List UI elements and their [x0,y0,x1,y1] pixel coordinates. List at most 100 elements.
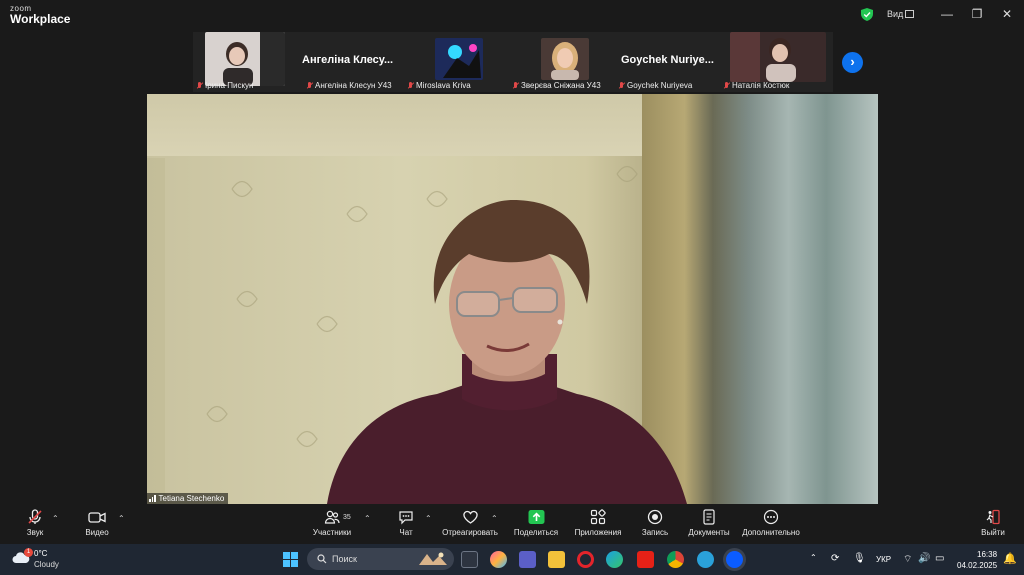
participant-name: Зверєва Сніжана У43 [521,81,601,90]
participant-strip: Ірина Пискун Ангеліна Клесу... Ангеліна … [193,32,833,92]
copilot-icon[interactable] [490,551,507,568]
logo-brand-bottom: Workplace [10,12,71,26]
task-view-icon[interactable] [461,551,478,568]
more-label: Дополнительно [742,528,800,537]
leave-button[interactable]: Выйти [980,509,1006,537]
mic-muted-icon [723,81,730,90]
tray-overflow-chevron[interactable]: ⌃ [810,553,817,562]
speaker-name-tag: Tetiana Stechenko [147,493,229,504]
participant-tile[interactable]: Miroslava Kriva [404,32,508,92]
connection-signal-icon [149,495,156,502]
battery-icon[interactable]: ▭ [935,553,944,564]
wifi-icon[interactable]: ⌔ [903,553,912,566]
microphone-icon[interactable]: 🎙 [853,553,866,564]
close-icon[interactable]: ✕ [999,6,1015,22]
windows-taskbar: 1 0°C Cloudy Поиск ⌃ ⟳ 🎙 УКР ⌔ 🔊 ▭ 16:38… [0,544,1024,575]
search-icon [317,554,327,564]
chat-options-caret[interactable]: ⌃ [425,514,432,523]
minimize-icon[interactable]: — [939,6,955,22]
view-menu-label[interactable]: Вид [887,9,903,19]
participants-count: 35 [343,514,351,521]
telegram-icon[interactable] [697,551,714,568]
video-button[interactable]: Видео [84,509,110,537]
mic-muted-icon [196,81,203,90]
tray-app-icon[interactable]: ⟳ [831,553,839,564]
participant-name: Наталія Костюк [732,81,790,90]
taskbar-search-box[interactable]: Поиск [307,548,454,570]
chat-button[interactable]: Чат [395,509,417,537]
weather-badge: 1 [24,548,33,557]
audio-options-caret[interactable]: ⌃ [52,514,59,523]
title-bar: zoom Workplace Вид — ❐ ✕ [0,0,1024,30]
participant-name: Ангеліна Клесун У43 [315,81,392,90]
more-icon [763,509,779,525]
leave-label: Выйти [981,528,1005,537]
video-options-caret[interactable]: ⌃ [118,514,125,523]
participant-video-thumbnail [541,38,589,80]
participant-video-thumbnail [435,38,483,80]
zoom-taskbar-icon[interactable] [726,551,743,568]
opera-icon[interactable] [577,551,594,568]
search-placeholder: Поиск [332,554,357,564]
volume-icon[interactable]: 🔊 [918,553,930,564]
chrome-icon[interactable] [667,551,684,568]
share-label: Поделиться [513,528,559,537]
weather-temperature[interactable]: 0°C [34,549,47,558]
record-label: Запись [641,528,669,537]
react-label: Отреагировать [442,528,498,537]
docs-button[interactable]: Документы [686,509,732,537]
participant-name-label: Наталія Костюк [723,81,789,90]
next-page-button[interactable]: › [842,52,863,73]
participant-name: Goychek Nuriyeva [627,81,693,90]
youtube-icon[interactable] [637,551,654,568]
mic-muted-icon [618,81,625,90]
docs-label: Документы [688,528,730,537]
apps-button[interactable]: Приложения [573,509,623,537]
participant-tile[interactable]: Ірина Пискун [193,32,297,92]
leave-exit-icon [986,509,1000,525]
react-options-caret[interactable]: ⌃ [491,514,498,523]
participant-display-name: Ангеліна Клесу... [302,54,394,66]
teams-icon[interactable] [519,551,536,568]
speaker-figure [327,200,687,504]
meeting-toolbar: Звук ⌃ Видео ⌃ Участники 35 ⌃ Чат ⌃ Отре… [0,506,1024,544]
file-explorer-icon[interactable] [548,551,565,568]
weather-condition[interactable]: Cloudy [34,560,59,569]
audio-button[interactable]: Звук [24,509,46,537]
participant-name-label: Ангеліна Клесун У43 [306,81,392,90]
edge-icon[interactable] [606,551,623,568]
audio-label: Звук [26,528,44,537]
active-speaker-video: Tetiana Stechenko [147,94,878,504]
mic-muted-icon [306,81,313,90]
record-button[interactable]: Запись [639,509,671,537]
shield-check-icon[interactable] [861,8,873,21]
restore-icon[interactable]: ❐ [969,6,985,22]
search-highlight-image [419,552,447,565]
participant-tile[interactable]: Goychek Nuriye... Goychek Nuriyeva [615,32,719,92]
view-grid-icon[interactable] [905,10,914,18]
system-clock[interactable]: 16:38 04.02.2025 [957,549,997,571]
participant-tile[interactable]: Ангеліна Клесу... Ангеліна Клесун У43 [298,32,403,92]
mic-muted-icon [512,81,519,90]
participant-tile[interactable]: Зверєва Сніжана У43 [509,32,614,92]
participants-icon [324,510,340,524]
language-indicator[interactable]: УКР [876,555,891,564]
video-label: Видео [85,528,109,537]
notification-bell-icon[interactable]: 🔔 [1003,552,1017,565]
participant-name: Miroslava Kriva [416,81,471,90]
participants-options-caret[interactable]: ⌃ [364,514,371,523]
clock-time: 16:38 [977,550,998,559]
video-camera-icon [88,512,106,523]
document-icon [703,509,715,525]
participant-name-label: Ірина Пискун [196,81,253,90]
share-screen-icon [528,510,544,524]
more-button[interactable]: Дополнительно [740,509,802,537]
share-button[interactable]: Поделиться [512,509,560,537]
participant-tile[interactable]: Наталія Костюк [720,32,833,92]
mic-muted-icon [407,81,414,90]
record-icon [647,509,663,525]
participant-name-label: Goychek Nuriyeva [618,81,692,90]
heart-icon [462,510,478,524]
windows-start-icon[interactable] [283,552,298,567]
participant-display-name: Goychek Nuriye... [621,54,714,66]
